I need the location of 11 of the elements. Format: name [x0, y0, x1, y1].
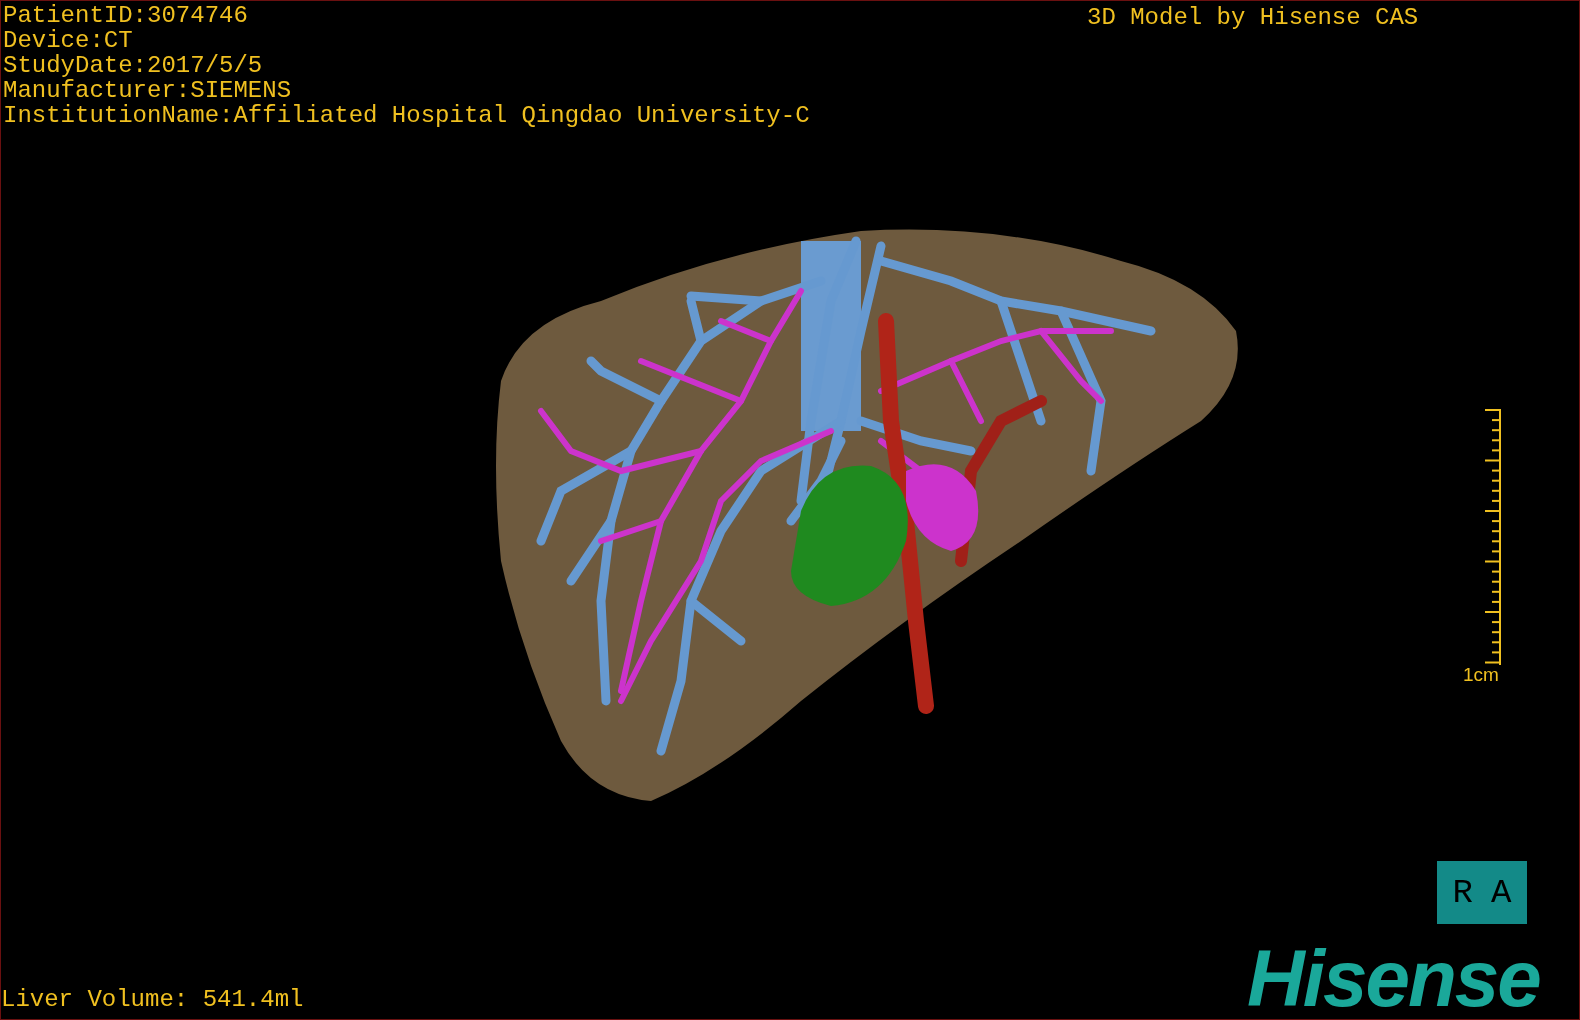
- patient-info-text: Manufacturer:SIEMENS: [3, 78, 293, 103]
- orientation-letter: R: [1452, 873, 1473, 912]
- brand-logo: Hisense: [1247, 939, 1540, 1019]
- scale-label: 1cm: [1463, 664, 1499, 686]
- patient-info-text: Device:CT: [3, 28, 134, 53]
- orientation-letter: A: [1491, 873, 1512, 912]
- patient-info-text: PatientID:3074746: [3, 3, 249, 28]
- model-credit-text: 3D Model by Hisense CAS: [1087, 5, 1419, 30]
- liver-volume-text: Liver Volume: 541.4ml: [1, 987, 304, 1012]
- patient-info-text: InstitutionName:Affiliated Hospital Qingdao University-C: [3, 103, 810, 128]
- patient-info-text: StudyDate:2017/5/5: [3, 53, 264, 78]
